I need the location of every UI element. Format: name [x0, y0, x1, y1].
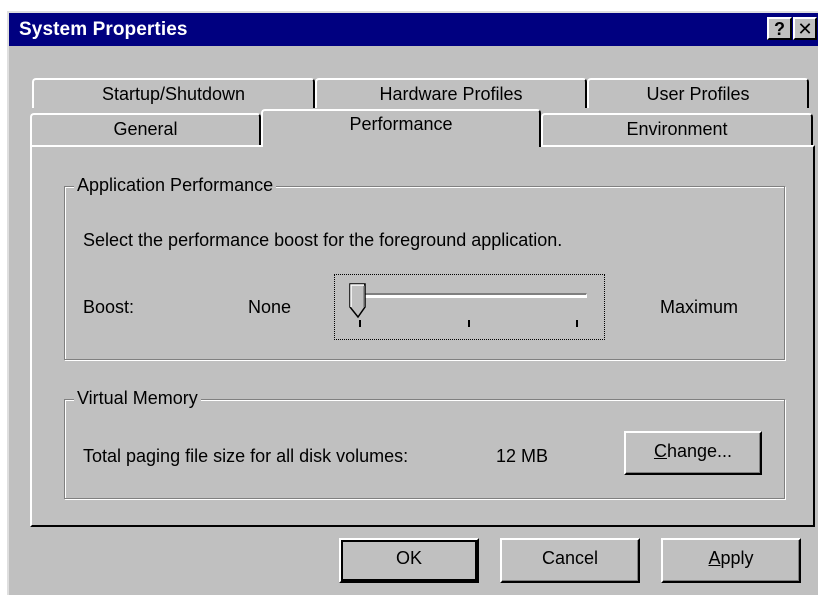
close-button[interactable]: ✕: [793, 17, 817, 40]
apply-button[interactable]: Apply: [661, 538, 801, 583]
virtual-memory-group: Virtual Memory Total paging file size fo…: [64, 388, 785, 499]
slider-thumb[interactable]: [349, 283, 367, 319]
change-button-label: Change...: [653, 441, 733, 461]
slider-tick: [359, 320, 361, 327]
change-button[interactable]: Change...: [624, 431, 762, 475]
slider-tick: [576, 320, 578, 327]
ok-button-label: OK: [395, 548, 422, 568]
boost-label: Boost:: [83, 297, 135, 317]
paging-file-size: 12 MB: [496, 446, 549, 466]
slider-min-label: None: [248, 297, 292, 317]
application-performance-group: Application Performance Select the perfo…: [64, 175, 785, 360]
tab-performance[interactable]: Performance: [261, 109, 541, 147]
boost-description: Select the performance boost for the for…: [83, 230, 563, 250]
apply-button-label: Apply: [708, 548, 754, 568]
boost-slider[interactable]: [334, 274, 605, 340]
window-title: System Properties: [19, 19, 188, 40]
close-icon: ✕: [797, 19, 813, 39]
tab-user-profiles[interactable]: User Profiles: [587, 78, 809, 108]
tab-label: Performance: [349, 114, 453, 134]
tab-environment[interactable]: Environment: [541, 113, 813, 146]
cancel-button[interactable]: Cancel: [500, 538, 640, 583]
tab-startup-shutdown[interactable]: Startup/Shutdown: [32, 78, 315, 108]
help-button[interactable]: ?: [767, 17, 792, 40]
tab-general[interactable]: General: [30, 113, 261, 146]
title-bar[interactable]: System Properties ? ✕: [9, 13, 818, 46]
system-properties-window: System Properties ? ✕ Startup/Shutdown H…: [7, 11, 818, 595]
tab-label: Hardware Profiles: [379, 84, 523, 104]
slider-max-label: Maximum: [660, 297, 739, 317]
ok-button[interactable]: OK: [339, 538, 479, 583]
performance-tab-panel: Application Performance Select the perfo…: [30, 145, 815, 527]
tab-hardware-profiles[interactable]: Hardware Profiles: [315, 78, 587, 108]
slider-tick: [468, 320, 470, 327]
group-label: Virtual Memory: [74, 388, 201, 409]
help-icon: ?: [774, 19, 785, 39]
tab-label: User Profiles: [646, 84, 750, 104]
group-label: Application Performance: [74, 175, 277, 196]
tab-label: General: [113, 119, 178, 139]
cancel-button-label: Cancel: [541, 548, 599, 568]
slider-track: [355, 293, 587, 298]
paging-file-description: Total paging file size for all disk volu…: [83, 446, 409, 466]
tab-label: Environment: [626, 119, 728, 139]
tab-label: Startup/Shutdown: [101, 84, 246, 104]
